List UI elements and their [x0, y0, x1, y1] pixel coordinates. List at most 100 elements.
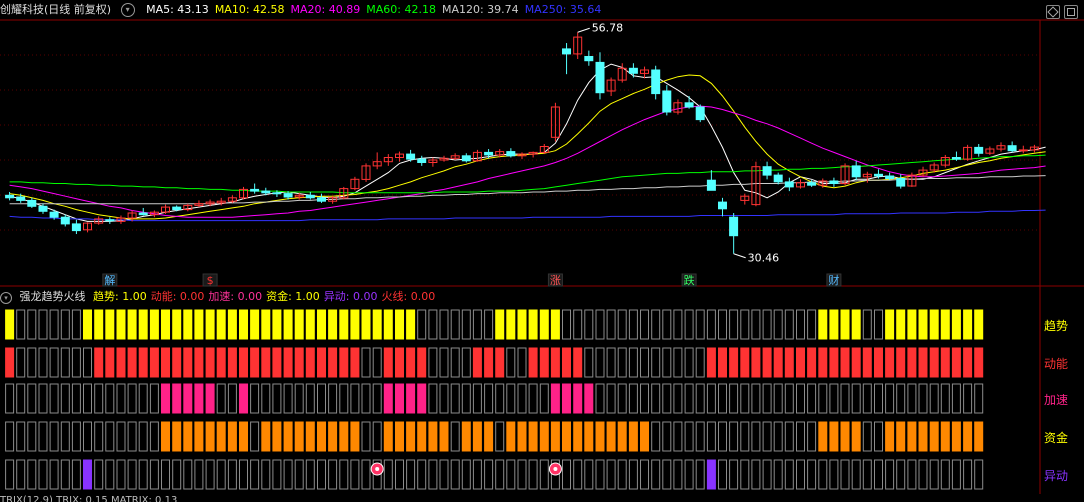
indicator-bar	[907, 309, 917, 340]
indicator-bar	[740, 383, 750, 414]
indicator-bar	[250, 383, 260, 414]
indicator-bar	[406, 309, 416, 340]
indicator-bar	[640, 421, 649, 452]
candle-body	[595, 61, 605, 94]
candle-body	[762, 166, 772, 176]
indicator-bar	[149, 421, 159, 452]
indicator-bar	[539, 347, 549, 378]
indicator-bar	[796, 459, 805, 490]
indicator-bar	[695, 383, 705, 414]
indicator-bar	[328, 421, 338, 452]
indicator-bar	[205, 347, 215, 378]
indicator-bar	[517, 347, 527, 378]
indicator-bar	[584, 421, 594, 452]
indicator-bar	[595, 459, 605, 490]
indicator-bar	[606, 309, 616, 340]
indicator-bar	[818, 459, 828, 490]
indicator-bar	[729, 309, 739, 340]
indicator-bar	[662, 383, 672, 414]
indicator-bar	[205, 459, 215, 490]
indicator-bar	[38, 383, 48, 414]
price-chart[interactable]: 56.78 30.46 解 $ 涨 跌 财	[0, 0, 1084, 502]
indicator-bar	[640, 309, 649, 340]
dropdown-icon[interactable]: ▾	[0, 292, 12, 304]
indicator-bar	[161, 347, 170, 378]
indicator-bar	[874, 459, 883, 490]
candle-body	[851, 165, 861, 178]
candle-body	[27, 199, 37, 207]
indicator-bar	[83, 459, 92, 490]
indicator-bar	[172, 421, 182, 452]
candle-body	[417, 158, 427, 164]
indicator-bar	[562, 383, 571, 414]
indicator-bar	[461, 383, 471, 414]
indicator-bar	[573, 459, 583, 490]
indicator-bar	[383, 383, 393, 414]
indicator-bar	[294, 383, 304, 414]
indicator-bar	[439, 421, 449, 452]
indicator-bar	[762, 383, 772, 414]
indicator-bar	[350, 459, 360, 490]
indicator-bar	[450, 347, 460, 378]
indicator-bar	[617, 309, 627, 340]
chart-header: 创耀科技(日线 前复权) ▾ MA5: 43.13 MA10: 42.58 MA20…	[0, 0, 1040, 20]
indicator-bar	[417, 421, 427, 452]
indicator-bar	[149, 383, 159, 414]
indicator-bar	[684, 459, 694, 490]
indicator-bar	[216, 309, 226, 340]
indicator-bar	[974, 309, 984, 340]
indicator-bar	[718, 347, 727, 378]
candle-body	[829, 180, 839, 184]
indicator-bar	[640, 459, 649, 490]
close-button[interactable]	[1064, 5, 1078, 19]
indicator-bar	[963, 347, 973, 378]
indicator-bar	[305, 459, 315, 490]
indicator-bar	[495, 459, 505, 490]
indicator-bar	[951, 421, 961, 452]
indicator-bar	[116, 309, 126, 340]
indicator-bar	[874, 421, 883, 452]
indicator-bar	[862, 421, 872, 452]
next-indicator-header: TRIX(12,9) TRIX: 0.15 MATRIX: 0.13	[0, 495, 178, 502]
indicator-bar	[718, 383, 727, 414]
indicator-bar	[83, 421, 92, 452]
indicator-bar	[784, 383, 794, 414]
indicator-bar	[896, 309, 906, 340]
indicator-bar	[194, 347, 204, 378]
indicator-values: 趋势: 1.00 动能: 0.00 加速: 0.00 资金: 1.00 异动: 0.00…	[93, 290, 439, 303]
event-marker: 涨	[550, 274, 561, 287]
dropdown-icon[interactable]: ▾	[120, 3, 135, 17]
indicator-bar	[851, 309, 861, 340]
collapse-button[interactable]	[1046, 5, 1060, 19]
indicator-bar	[818, 421, 828, 452]
indicator-bar	[239, 347, 248, 378]
indicator-bar	[963, 383, 973, 414]
ma-legend-item: MA5: 43.13	[146, 3, 209, 16]
indicator-bar	[807, 383, 817, 414]
indicator-bar	[606, 459, 616, 490]
indicator-bar	[840, 459, 850, 490]
indicator-bar	[729, 347, 739, 378]
indicator-bar	[539, 309, 549, 340]
indicator-bar	[439, 459, 449, 490]
indicator-bar	[350, 309, 360, 340]
indicator-bar	[506, 309, 516, 340]
ma-legend-item: MA60: 42.18	[366, 3, 436, 16]
indicator-bar	[862, 347, 872, 378]
indicator-bar	[161, 459, 170, 490]
candle-body	[5, 194, 15, 199]
indicator-bar	[83, 383, 92, 414]
indicator-bar	[840, 421, 850, 452]
indicator-bar	[127, 383, 137, 414]
indicator-bar	[138, 459, 148, 490]
indicator-bar	[328, 309, 338, 340]
indicator-bar	[361, 421, 371, 452]
candle-body	[874, 173, 883, 177]
indicator-bar	[695, 347, 705, 378]
indicator-bar	[662, 309, 672, 340]
indicator-header: ▾ 强龙趋势火线 趋势: 1.00 动能: 0.00 加速: 0.00 资金: 1.0…	[0, 289, 443, 305]
indicator-bar	[929, 383, 939, 414]
indicator-bar	[417, 459, 427, 490]
indicator-bar	[283, 459, 293, 490]
indicator-value: 动能: 0.00	[150, 290, 205, 303]
